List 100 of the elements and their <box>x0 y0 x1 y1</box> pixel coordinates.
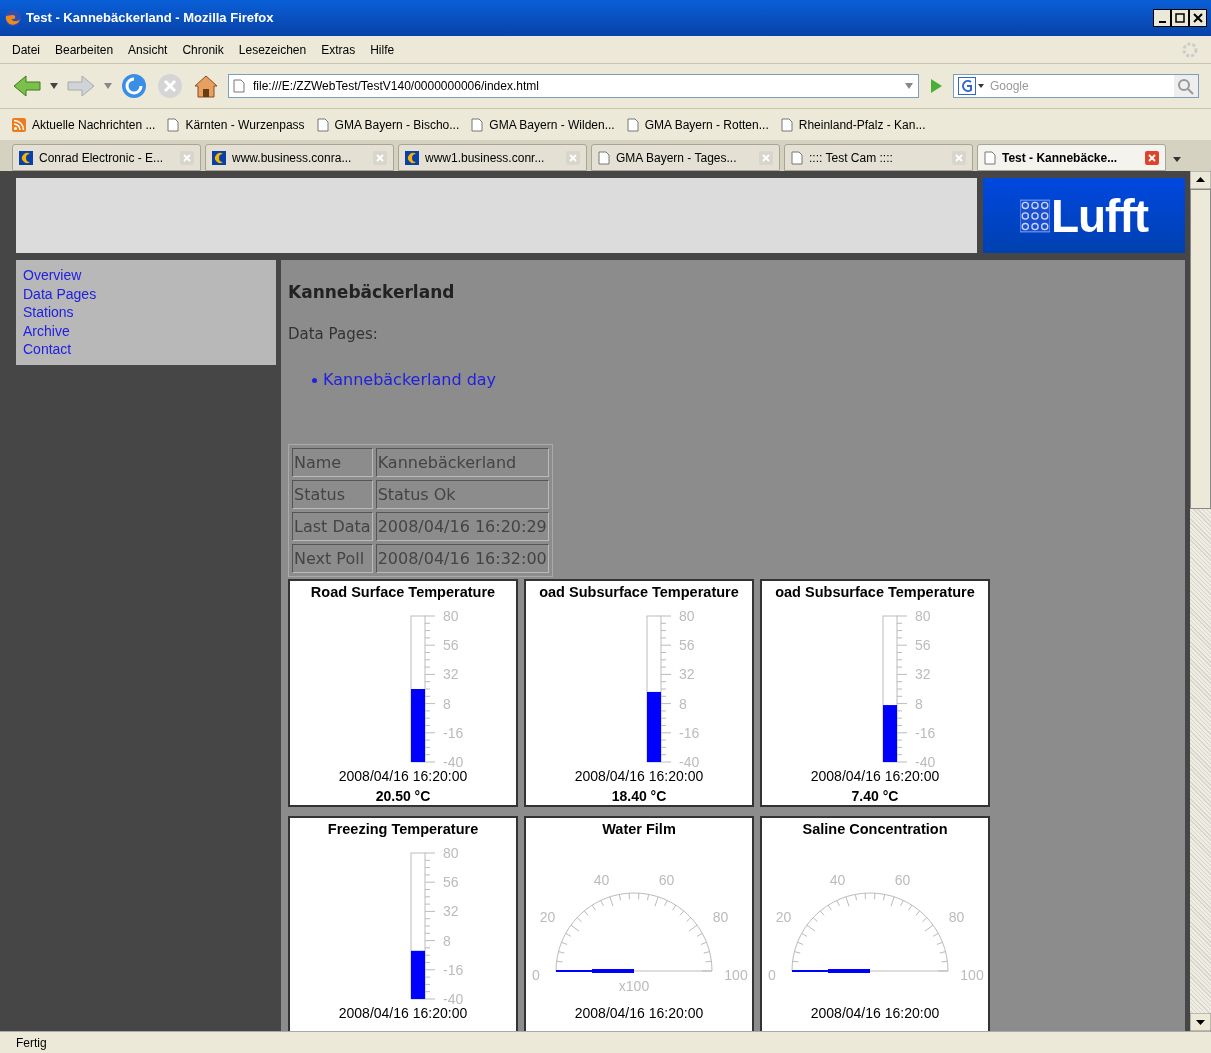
gauge-title: Road Surface Temperature <box>310 583 496 602</box>
table-cell: 2008/04/16 16:20:29 <box>375 512 549 541</box>
tick-label: 80 <box>443 844 459 861</box>
table-cell: Name <box>292 448 373 477</box>
back-arrow-icon[interactable] <box>12 74 42 98</box>
close-icon[interactable] <box>1145 150 1159 165</box>
gauge-timestamp: 2008/04/16 16:20:00 <box>574 768 704 783</box>
tick-label: 0 <box>532 966 540 983</box>
close-icon <box>1193 13 1203 23</box>
tick-label: -40 <box>443 753 464 769</box>
menu-item[interactable]: Chronik <box>182 40 224 59</box>
gauge-title: Freezing Temperature <box>327 820 479 839</box>
menu-item[interactable]: Hilfe <box>370 40 395 59</box>
scroll-up-icon[interactable] <box>1190 171 1211 189</box>
tick-label: -16 <box>915 724 936 741</box>
scroll-down-icon[interactable] <box>1190 1013 1211 1031</box>
sidebar-link[interactable]: Data Pages <box>23 284 97 303</box>
tick-label: 20 <box>775 908 792 925</box>
google-icon[interactable] <box>958 77 986 95</box>
minimize-icon <box>1158 21 1166 23</box>
page-icon <box>471 117 484 132</box>
bookmark-link[interactable]: Rheinland-Pfalz - Kan... <box>798 115 926 134</box>
tick-label: -16 <box>443 724 464 741</box>
gauge-title: Saline Concentration <box>802 820 948 839</box>
page-icon <box>233 79 245 93</box>
address-field[interactable]: file:///E:/ZZWebTest/TestV140/0000000006/index.html <box>228 74 919 98</box>
browser-tab[interactable]: GMA Bayern - Tages... <box>591 144 780 171</box>
pattern-icon <box>1019 197 1050 234</box>
dropdown-icon[interactable] <box>904 82 914 90</box>
crescent-icon <box>405 150 419 165</box>
tick-label: 80 <box>679 607 695 624</box>
gauge-title: Water Film <box>602 820 676 839</box>
sidebar-link[interactable]: Contact <box>23 340 72 359</box>
page-icon <box>984 150 996 165</box>
search-input[interactable]: Google <box>990 77 1170 95</box>
maximize-button[interactable] <box>1171 9 1189 27</box>
browser-tab[interactable]: www1.business.conr... <box>398 144 587 171</box>
bookmark-link[interactable]: GMA Bayern - Bischo... <box>334 115 460 134</box>
tick-label: 8 <box>915 695 923 712</box>
browser-tab[interactable]: :::: Test Cam :::: <box>784 144 973 171</box>
tick-label: 40 <box>829 871 846 888</box>
browser-tab[interactable]: Test - Kannebäcke... <box>977 144 1166 171</box>
scrollbar[interactable] <box>1190 171 1211 1031</box>
table-cell: 2008/04/16 16:32:00 <box>375 544 549 573</box>
tick-label: 80 <box>948 908 965 925</box>
reload-icon[interactable] <box>120 72 148 100</box>
bookmark-link[interactable]: Aktuelle Nachrichten ... <box>32 115 156 134</box>
sidebar-link[interactable]: Archive <box>23 321 70 340</box>
menu-item[interactable]: Bearbeiten <box>55 40 114 59</box>
menu-item[interactable]: Ansicht <box>128 40 168 59</box>
tick-label: 80 <box>443 607 459 624</box>
tick-label: 80 <box>915 607 931 624</box>
multiplier-label: x100 <box>618 977 650 994</box>
tick-label: 32 <box>443 903 459 920</box>
browser-tab[interactable]: Conrad Electronic - E... <box>12 144 201 171</box>
gauge-reading: 20.50 °C <box>375 788 431 803</box>
bookmark-link[interactable]: GMA Bayern - Rotten... <box>644 115 769 134</box>
bullet-icon <box>312 377 317 383</box>
tick-label: 100 <box>724 966 748 983</box>
tick-label: 56 <box>915 636 931 653</box>
tick-label: -40 <box>915 753 936 769</box>
tick-label: 40 <box>593 871 610 888</box>
forward-arrow-icon[interactable] <box>66 74 96 98</box>
gauge-timestamp: 2008/04/16 16:20:00 <box>574 1005 704 1020</box>
bookmark-link[interactable]: GMA Bayern - Wilden... <box>489 115 615 134</box>
tick-label: 56 <box>443 873 459 890</box>
tick-label: 32 <box>915 666 931 683</box>
window-title: Test - Kannebäckerland - Mozilla Firefox <box>26 9 275 28</box>
minimize-button[interactable] <box>1153 9 1171 27</box>
close-button[interactable] <box>1189 9 1207 27</box>
gauge-title: oad Subsurface Temperature <box>775 583 975 602</box>
browser-tab[interactable]: www.business.conra... <box>205 144 394 171</box>
page-icon <box>598 150 610 165</box>
tick-label: 60 <box>658 871 675 888</box>
page-icon <box>167 117 180 132</box>
bookmark-link[interactable]: Kärnten - Wurzenpass <box>185 115 305 134</box>
tick-label: 20 <box>539 908 556 925</box>
gauge-timestamp: 2008/04/16 16:20:00 <box>338 1005 468 1020</box>
tick-label: 8 <box>443 695 451 712</box>
maximize-icon <box>1175 13 1185 23</box>
gauge-timestamp: 2008/04/16 16:20:00 <box>810 1005 940 1020</box>
caret-icon[interactable] <box>50 83 58 89</box>
menu-item[interactable]: Lesezeichen <box>238 40 307 59</box>
sidebar-link[interactable]: Stations <box>23 303 74 322</box>
search-field[interactable]: Google <box>953 74 1199 98</box>
table-cell: Status Ok <box>375 480 549 509</box>
firefox-icon <box>4 9 22 27</box>
tick-label: 32 <box>679 666 695 683</box>
gauge-timestamp: 2008/04/16 16:20:00 <box>338 768 468 783</box>
page-icon <box>780 117 793 132</box>
table-cell: Kannebäckerland <box>375 448 549 477</box>
page-heading: Kannebäckerland <box>288 284 456 301</box>
menu-item[interactable]: Datei <box>12 40 40 59</box>
tick-label: -16 <box>443 961 464 978</box>
tick-label: -40 <box>679 753 700 769</box>
search-icon[interactable] <box>1174 75 1198 97</box>
crescent-icon <box>19 150 33 165</box>
gauge-timestamp: 2008/04/16 16:20:00 <box>810 768 940 783</box>
menu-item[interactable]: Extras <box>321 40 356 59</box>
sidebar-link[interactable]: Overview <box>23 266 82 285</box>
